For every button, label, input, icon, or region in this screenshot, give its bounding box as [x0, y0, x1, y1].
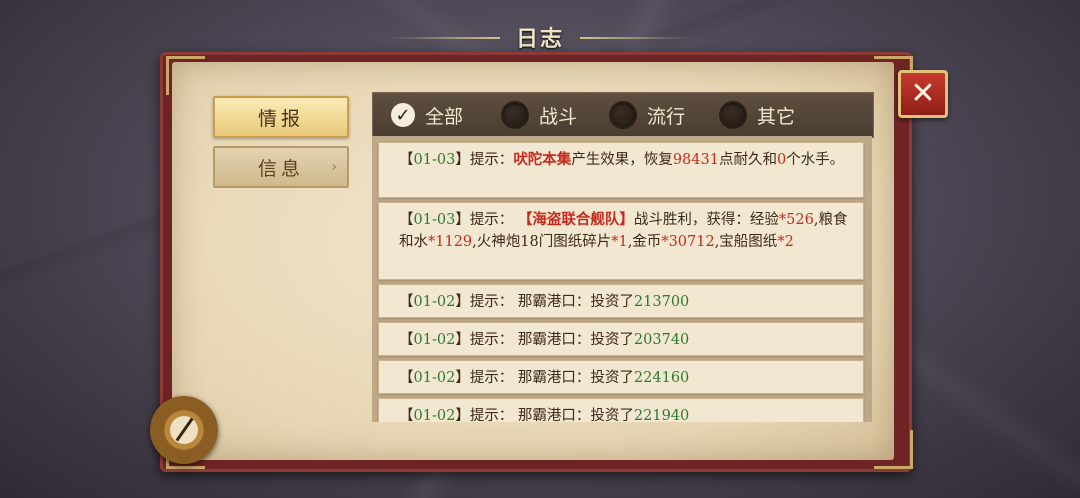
entry-text: 提示： 那霸港口：投资了 [469, 332, 634, 348]
compass-needle [175, 417, 194, 442]
entry-text: 提示： 那霸港口：投资了 [469, 294, 634, 310]
entry-value: *1 [611, 234, 628, 250]
log-entry: 【01-03】提示：吠陀本集产生效果，恢复98431点耐久和0个水手。 [378, 142, 864, 198]
entry-text: ,金币 [627, 234, 662, 250]
entry-date: 01-02 [413, 408, 456, 422]
filter-label: 其它 [757, 105, 796, 128]
compass-icon [150, 396, 218, 464]
side-tab-info[interactable]: 信息 › [213, 146, 349, 188]
entry-amount: 213700 [633, 294, 690, 310]
filter-battle[interactable]: 战斗 [501, 93, 577, 137]
entry-number: 0 [776, 152, 787, 168]
radio-icon[interactable] [719, 101, 747, 129]
filter-label: 流行 [647, 105, 686, 128]
entry-highlight: 【海盗联合舰队】 [517, 211, 634, 228]
close-button[interactable]: ✕ [898, 70, 948, 118]
page-title: 日志 [515, 26, 564, 52]
entry-amount: 203740 [633, 332, 690, 348]
side-tab-label: 情报 [257, 107, 304, 130]
title-ornament-right [580, 37, 690, 39]
entry-text: 提示： 那霸港口：投资了 [469, 370, 634, 386]
entry-text: 产生效果，恢复 [571, 152, 673, 168]
filter-all[interactable]: ✓ 全部 [391, 93, 463, 137]
log-entry: 【01-02】提示： 那霸港口：投资了221940 [378, 398, 864, 422]
entry-text: 提示： 那霸港口：投资了 [469, 408, 634, 422]
entry-text: 点耐久和 [718, 152, 777, 168]
log-entry: 【01-02】提示： 那霸港口：投资了203740 [378, 322, 864, 356]
page-corner-ornament [166, 56, 205, 95]
entry-amount: 224160 [633, 370, 690, 386]
page-corner-ornament [874, 430, 913, 469]
entry-text: 个水手。 [786, 152, 845, 168]
close-icon: ✕ [910, 76, 936, 111]
entry-value: *2 [777, 234, 794, 250]
entry-value: *526 [778, 212, 814, 228]
log-entry: 【01-02】提示： 那霸港口：投资了224160 [378, 360, 864, 394]
entry-text: ,宝船图纸 [714, 234, 778, 250]
entry-date: 01-02 [413, 370, 456, 386]
entry-prefix: 提示： [469, 152, 514, 168]
filter-label: 全部 [425, 105, 464, 128]
entry-prefix: 提示： [469, 212, 514, 228]
radio-icon[interactable] [609, 101, 637, 129]
filter-popular[interactable]: 流行 [609, 93, 685, 137]
log-entry: 【01-03】提示： 【海盗联合舰队】战斗胜利，获得：经验*526,粮食和水*1… [378, 202, 864, 280]
entry-text: ,火神炮18门图纸碎片 [472, 234, 612, 250]
entry-text: 战斗胜利，获得：经验 [633, 212, 779, 228]
filter-bar: ✓ 全部 战斗 流行 其它 [372, 92, 874, 138]
entry-date: 01-02 [413, 294, 456, 310]
title-bar: 日志 [390, 20, 690, 54]
entry-date: 01-02 [413, 332, 456, 348]
checkmark-icon[interactable]: ✓ [391, 103, 415, 127]
entry-date: 01-03 [413, 212, 456, 228]
entry-date: 01-03 [413, 152, 456, 168]
side-tab-intel[interactable]: 情报 [213, 96, 349, 138]
filter-label: 战斗 [539, 105, 578, 128]
title-ornament-left [390, 37, 500, 39]
entry-value: *30712 [661, 234, 715, 250]
log-list[interactable]: 【01-03】提示：吠陀本集产生效果，恢复98431点耐久和0个水手。 【01-… [372, 136, 872, 422]
entry-value: *1129 [428, 234, 473, 250]
chevron-right-icon: › [331, 159, 337, 175]
log-entry: 【01-02】提示： 那霸港口：投资了213700 [378, 284, 864, 318]
entry-number: 98431 [672, 152, 719, 168]
filter-other[interactable]: 其它 [719, 93, 795, 137]
entry-highlight: 吠陀本集 [513, 151, 572, 168]
side-tab-label: 信息 [257, 157, 304, 180]
radio-icon[interactable] [501, 101, 529, 129]
entry-amount: 221940 [633, 408, 690, 422]
